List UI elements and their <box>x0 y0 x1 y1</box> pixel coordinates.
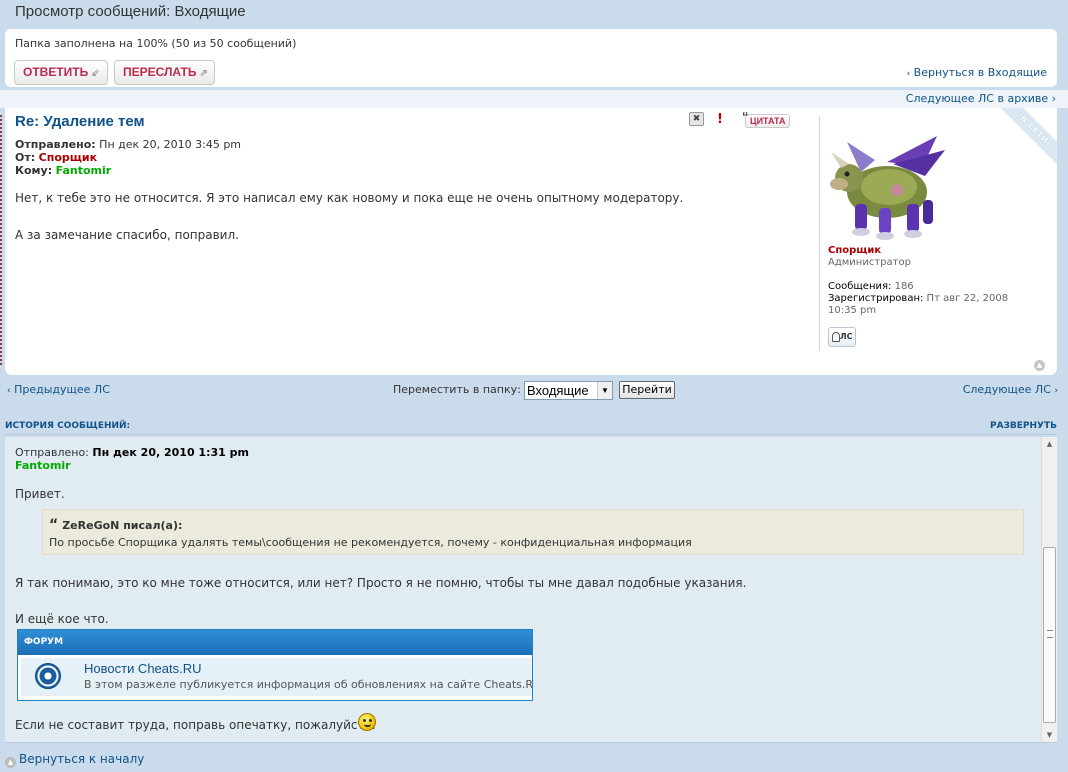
sent-value: Пн дек 20, 2010 3:45 pm <box>99 138 242 151</box>
delete-icon[interactable]: ✖ <box>689 112 704 126</box>
move-to-folder-label: Переместить в папку: <box>393 383 521 396</box>
message-panel: Re: Удаление тем ✖ ! “ ЦИТАТА Отправлено… <box>5 108 1057 375</box>
history-text-2: И ещё кое что. <box>15 612 109 626</box>
previous-pm-link[interactable]: ‹ Предыдущее ЛС <box>7 383 110 396</box>
profile-username-row: Спорщик <box>828 245 881 257</box>
forward-button[interactable]: ПЕРЕСЛАТЬ ⇗ <box>114 60 215 85</box>
chevron-left-icon: ‹ <box>7 386 11 396</box>
next-pm-label: Следующее ЛС <box>962 383 1051 396</box>
forward-arrow-icon: ⇗ <box>199 68 208 79</box>
embed-header: ФОРУМ <box>18 630 532 655</box>
quote-author-label: ZeReGoN писал(а): <box>62 519 183 532</box>
to-label: Кому: <box>15 164 53 177</box>
folder-select-value: Входящие <box>527 383 589 398</box>
profile-posts-label: Сообщения: <box>828 281 892 292</box>
quote-mark-icon: “ <box>49 517 59 533</box>
scroll-thumb[interactable] <box>1043 547 1056 723</box>
profile-posts: Сообщения: 186 <box>828 281 914 293</box>
forward-button-label: ПЕРЕСЛАТЬ <box>123 65 197 79</box>
history-title: ИСТОРИЯ СООБЩЕНИЙ: <box>5 421 131 431</box>
history-panel[interactable]: Отправлено: Пн дек 20, 2010 1:31 pm Fant… <box>5 437 1057 743</box>
profile-registered-time: 10:35 pm <box>828 305 876 317</box>
expand-history-link[interactable]: РАЗВЕРНУТЬ <box>990 421 1057 431</box>
embed-description: В этом разжеле публикуется информация об… <box>84 678 533 691</box>
profile-registered-time-value: 10:35 pm <box>828 305 877 316</box>
back-to-top-label: Вернуться к началу <box>19 752 145 766</box>
history-sent-label: Отправлено: <box>15 446 89 459</box>
history-quote: “ZeReGoN писал(а): По просьбе Спорщика у… <box>42 509 1024 555</box>
history-greeting: Привет. <box>15 487 65 501</box>
chevron-down-icon: ▼ <box>597 382 612 399</box>
back-to-top-link[interactable]: ▲ Вернуться к началу <box>5 752 144 768</box>
history-sent-line: Отправлено: Пн дек 20, 2010 1:31 pm <box>15 446 249 459</box>
reply-button-label: ОТВЕТИТЬ <box>23 65 89 79</box>
profile-rank-label: Администратор <box>828 257 911 268</box>
back-to-inbox-label: Вернуться в Входящие <box>913 66 1047 79</box>
message-body-line-2: А за замечание спасибо, поправил. <box>15 228 239 242</box>
quote-button[interactable]: “ ЦИТАТА <box>742 109 791 128</box>
reply-arrow-icon: ⇙ <box>91 68 100 79</box>
history-author-line: Fantomir <box>15 459 71 472</box>
profile-registered: Зарегистрирован: Пт авг 22, 2008 <box>828 293 1008 305</box>
from-label: От: <box>15 151 36 164</box>
folder-status: Папка заполнена на 100% (50 из 50 сообще… <box>15 37 297 50</box>
go-button[interactable]: Перейти <box>619 381 675 399</box>
arrow-up-icon: ▲ <box>5 757 16 768</box>
reply-button[interactable]: ОТВЕТИТЬ ⇙ <box>14 60 108 85</box>
history-text-3: Если не составит труда, поправь опечатку… <box>15 718 376 732</box>
page-title: Просмотр сообщений: Входящие <box>15 3 246 20</box>
online-ribbon: В СЕТИ <box>996 108 1057 168</box>
history-sent-value: Пн дек 20, 2010 1:31 pm <box>92 446 249 459</box>
message-to-line: Кому: Fantomir <box>15 164 111 177</box>
archive-strip: Следующее ЛС в архиве › <box>0 90 1068 108</box>
history-header: ИСТОРИЯ СООБЩЕНИЙ: РАЗВЕРНУТЬ <box>5 419 1057 435</box>
chevron-right-icon: › <box>1054 386 1058 396</box>
profile-registered-value: Пт авг 22, 2008 <box>926 293 1009 304</box>
embed-forum-link[interactable]: Новости Cheats.RU <box>84 661 202 676</box>
embed-body: Новости Cheats.RU В этом разжеле публику… <box>21 658 533 696</box>
history-author-link[interactable]: Fantomir <box>15 459 71 472</box>
top-panel: Папка заполнена на 100% (50 из 50 сообще… <box>5 29 1057 87</box>
profile-username-link[interactable]: Спорщик <box>828 245 881 256</box>
message-body-line-1: Нет, к тебе это не относится. Я это напи… <box>15 191 684 205</box>
profile-registered-label: Зарегистрирован: <box>828 293 924 304</box>
message-subject: Re: Удаление тем <box>15 113 145 130</box>
message-sent-line: Отправлено: Пн дек 20, 2010 3:45 pm <box>15 138 241 151</box>
left-edge-decoration <box>0 115 2 365</box>
history-scrollbar[interactable]: ▲ ▼ <box>1041 437 1057 742</box>
to-user-link[interactable]: Fantomir <box>56 164 112 177</box>
report-icon[interactable]: ! <box>711 112 729 127</box>
user-icon <box>832 332 840 342</box>
send-pm-button[interactable]: ЛС <box>828 327 856 347</box>
sent-label: Отправлено: <box>15 138 96 151</box>
forum-logo-icon <box>35 663 61 689</box>
folder-select[interactable]: Входящие ▼ <box>524 381 613 400</box>
quote-icon: “ <box>742 109 749 124</box>
profile-rank: Администратор <box>828 257 911 269</box>
message-from-line: От: Спорщик <box>15 151 97 164</box>
history-text-1: Я так понимаю, это ко мне тоже относится… <box>15 576 747 590</box>
chevron-right-icon: › <box>1051 92 1056 105</box>
forum-embed-card[interactable]: ФОРУМ Новости Cheats.RU В этом разжеле п… <box>17 629 533 701</box>
next-archive-link[interactable]: Следующее ЛС в архиве › <box>906 92 1056 105</box>
profile-divider <box>819 116 820 351</box>
previous-pm-label: Предыдущее ЛС <box>14 383 110 396</box>
quote-button-label: ЦИТАТА <box>750 116 786 126</box>
next-archive-label: Следующее ЛС в архиве <box>905 92 1049 105</box>
next-pm-link[interactable]: Следующее ЛС › <box>963 383 1058 396</box>
smiley-icon <box>358 713 376 731</box>
scroll-up-icon[interactable]: ▲ <box>1042 437 1057 452</box>
send-pm-label: ЛС <box>840 332 853 341</box>
quote-author: “ZeReGoN писал(а): <box>49 517 182 533</box>
pm-navigation: ‹ Предыдущее ЛС Переместить в папку: Вхо… <box>0 381 1068 401</box>
back-to-top-icon[interactable]: ▲ <box>1034 360 1045 371</box>
scroll-down-icon[interactable]: ▼ <box>1042 728 1057 742</box>
user-avatar[interactable] <box>827 132 951 242</box>
quote-text: По просьбе Спорщика удалять темы\сообщен… <box>49 536 692 549</box>
chevron-left-icon: ‹ <box>906 69 911 79</box>
profile-posts-value: 186 <box>894 281 914 292</box>
from-user-link[interactable]: Спорщик <box>39 151 97 164</box>
back-to-inbox-link[interactable]: ‹ Вернуться в Входящие <box>907 66 1047 79</box>
